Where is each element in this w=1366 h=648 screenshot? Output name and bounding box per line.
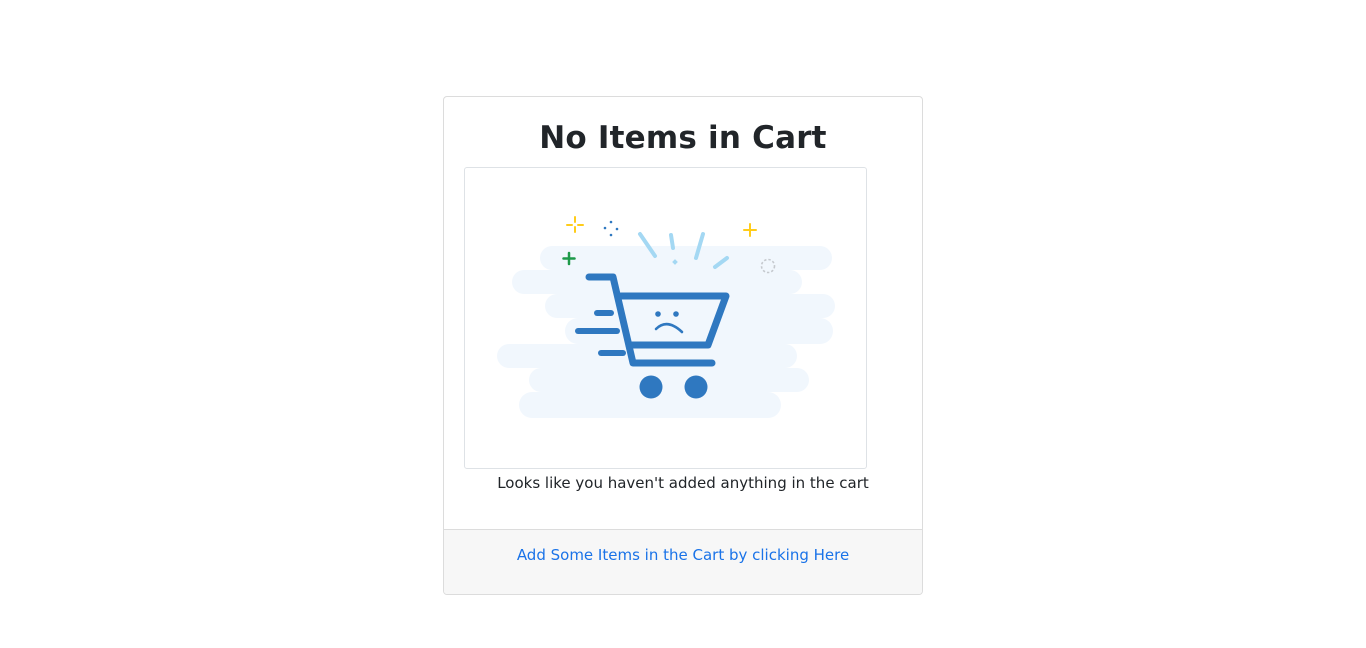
card-footer: Add Some Items in the Cart by clicking H… (444, 529, 922, 594)
card-body: No Items in Cart Looks like you haven't … (444, 97, 922, 530)
empty-cart-message: Looks like you haven't added anything in… (497, 474, 869, 492)
sad-shopping-cart-icon (497, 216, 835, 418)
page-title: No Items in Cart (539, 120, 827, 156)
add-items-link[interactable]: Add Some Items in the Cart by clicking H… (517, 544, 849, 566)
empty-cart-card: No Items in Cart Looks like you haven't … (443, 96, 923, 595)
empty-cart-illustration (464, 167, 867, 469)
